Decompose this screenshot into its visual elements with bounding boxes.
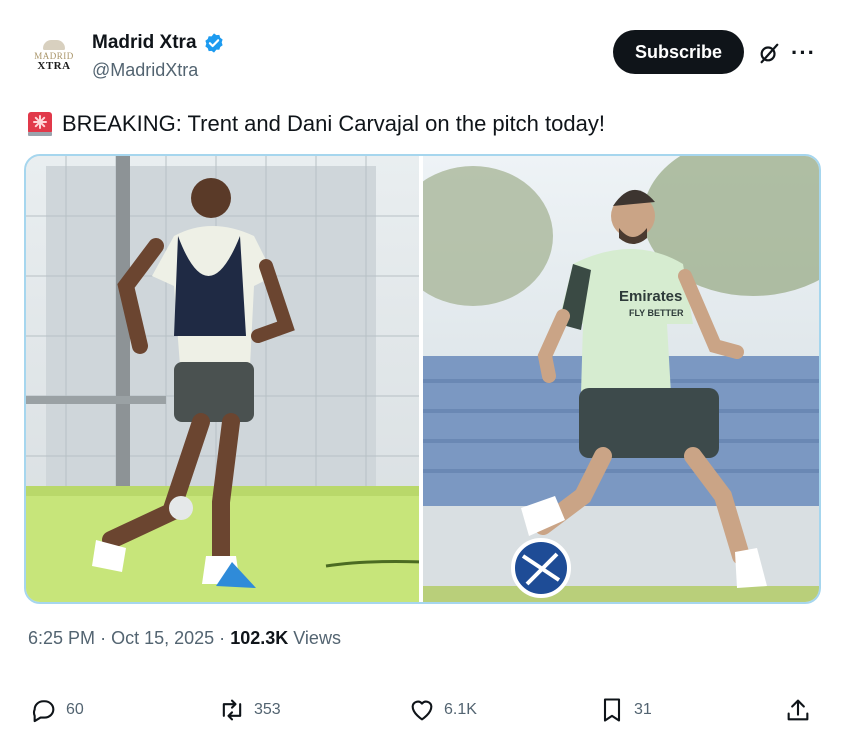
- like-count: 6.1K: [444, 701, 477, 718]
- photo-left-illustration: [26, 156, 419, 602]
- author-handle[interactable]: @MadridXtra: [92, 60, 225, 81]
- share-button[interactable]: [784, 690, 812, 730]
- meta-separator: ·: [219, 628, 226, 648]
- reply-button[interactable]: 60: [30, 690, 84, 730]
- author-display-name[interactable]: Madrid Xtra: [92, 32, 197, 54]
- repost-button[interactable]: 353: [218, 690, 281, 730]
- views-label: Views: [293, 628, 341, 648]
- like-button[interactable]: 6.1K: [408, 690, 477, 730]
- more-options-icon[interactable]: ···: [791, 40, 816, 66]
- tweet-photo-2[interactable]: Emirates FLY BETTER: [423, 156, 819, 602]
- action-bar: 60 353 6.1K 31: [0, 690, 842, 730]
- photo-right-illustration: Emirates FLY BETTER: [423, 156, 819, 602]
- shirt-sponsor-text: Emirates: [619, 288, 682, 305]
- tweet-photo-1[interactable]: [26, 156, 423, 602]
- media-grid: Emirates FLY BETTER: [24, 154, 821, 604]
- share-icon: [787, 699, 809, 721]
- author-name-row[interactable]: Madrid Xtra: [92, 30, 225, 56]
- reply-count: 60: [66, 701, 84, 718]
- subscribe-button[interactable]: Subscribe: [612, 30, 744, 74]
- grok-icon[interactable]: [758, 42, 780, 64]
- views-count: 102.3K: [230, 628, 289, 648]
- avatar-text-bottom: XTRA: [37, 60, 71, 72]
- crown-icon: [43, 40, 65, 50]
- meta-separator: ·: [100, 628, 107, 648]
- tweet-date[interactable]: Oct 15, 2025: [111, 628, 214, 648]
- verified-badge-icon: [204, 33, 223, 53]
- rotating-light-icon: [28, 112, 52, 136]
- tweet-body: BREAKING: Trent and Dani Carvajal on the…: [62, 111, 605, 136]
- heart-icon: [411, 700, 433, 721]
- author-info: Madrid Xtra @MadridXtra: [92, 30, 225, 81]
- avatar[interactable]: MADRID XTRA: [28, 30, 80, 82]
- tweet-header: MADRID XTRA Madrid Xtra @MadridXtra Subs…: [24, 26, 824, 86]
- tweet-meta: 6:25 PM · Oct 15, 2025 · 102.3K Views: [28, 628, 341, 649]
- repost-count: 353: [254, 701, 281, 718]
- bookmark-button[interactable]: 31: [598, 690, 652, 730]
- tweet-time[interactable]: 6:25 PM: [28, 628, 95, 648]
- tweet-text: BREAKING: Trent and Dani Carvajal on the…: [26, 110, 605, 138]
- bookmark-icon: [603, 698, 621, 722]
- bookmark-count: 31: [634, 701, 652, 718]
- reply-icon: [32, 700, 55, 723]
- shirt-sponsor-subtext: FLY BETTER: [629, 308, 684, 318]
- repost-icon: [222, 699, 242, 721]
